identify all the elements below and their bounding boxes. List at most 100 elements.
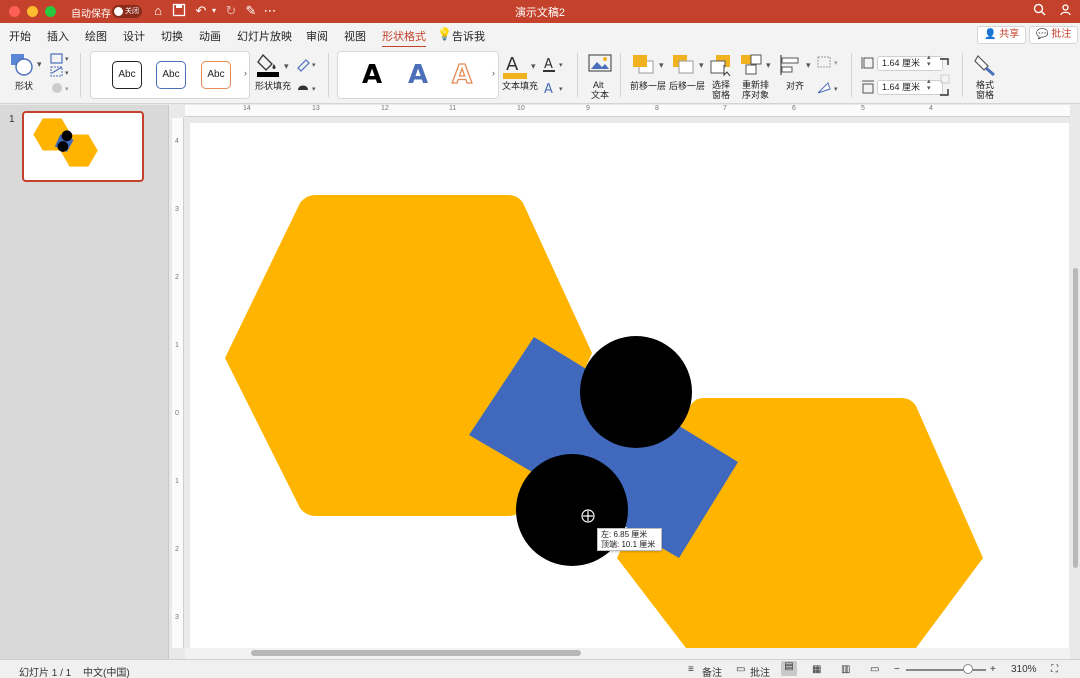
svg-text:▾: ▾ bbox=[65, 86, 69, 93]
ruler-number: 5 bbox=[861, 105, 865, 112]
selection-pane-icon[interactable] bbox=[710, 53, 734, 80]
paint-bucket-icon[interactable] bbox=[257, 52, 281, 81]
gallery-more-icon[interactable]: › bbox=[492, 68, 495, 78]
shape-style-3[interactable]: Abc bbox=[201, 61, 231, 89]
tab-home[interactable]: 开始 bbox=[9, 28, 31, 44]
height-stepper[interactable]: ▴ ▾ bbox=[927, 54, 931, 68]
share-button[interactable]: 👤 共享 bbox=[977, 26, 1027, 44]
notes-button[interactable]: 备注 bbox=[702, 664, 722, 678]
reading-view-icon[interactable]: ▥ bbox=[841, 664, 850, 675]
height-input[interactable]: 1.64 厘米 bbox=[877, 56, 943, 71]
tab-review[interactable]: 审阅 bbox=[306, 28, 328, 44]
comments-icon: ▭ bbox=[736, 664, 746, 675]
tooltip-top-value: 顶端: 10.1 厘米 bbox=[601, 540, 656, 549]
group-rotate-icons[interactable]: ▾ ▾ bbox=[816, 55, 844, 100]
chevron-down-icon[interactable]: ▾ bbox=[531, 61, 536, 72]
ruler-number: 8 bbox=[655, 105, 659, 112]
svg-text:▾: ▾ bbox=[312, 62, 316, 69]
tab-shape-format[interactable]: 形状格式 bbox=[382, 28, 426, 48]
title-bar: 自动保存 关闭 ⌂ ↶ ▾ ↻ ✎ ⋯ 演示文稿2 bbox=[0, 0, 1080, 23]
shape-outline-icon[interactable]: ▾ ▾ bbox=[296, 56, 322, 99]
tell-me-search[interactable]: 告诉我 bbox=[452, 28, 485, 44]
format-pane-icon[interactable] bbox=[974, 53, 998, 80]
text-outline-icon[interactable]: A ▾ A ▾ bbox=[542, 55, 568, 100]
account-icon[interactable] bbox=[1057, 3, 1073, 19]
tab-view[interactable]: 视图 bbox=[344, 28, 366, 44]
bring-forward-label: 前移一层 bbox=[630, 81, 667, 91]
zoom-in-icon[interactable]: + bbox=[990, 664, 996, 675]
scrollbar-thumb[interactable] bbox=[1073, 268, 1078, 568]
tab-insert[interactable]: 插入 bbox=[47, 28, 69, 44]
svg-text:A: A bbox=[544, 57, 553, 72]
comments-button[interactable]: 批注 bbox=[750, 664, 770, 678]
shape-style-1[interactable]: Abc bbox=[112, 61, 142, 89]
zoom-slider[interactable] bbox=[906, 669, 986, 671]
wordart-style-3[interactable]: A bbox=[451, 59, 472, 90]
tab-slideshow[interactable]: 幻灯片放映 bbox=[237, 28, 292, 44]
search-icon[interactable] bbox=[1031, 3, 1047, 19]
edit-shape-icon[interactable]: ▾ ▾ ▾ bbox=[49, 52, 71, 99]
svg-text:▾: ▾ bbox=[65, 56, 69, 63]
chevron-down-icon[interactable]: ▾ bbox=[766, 60, 771, 71]
shape-styles-gallery[interactable]: Abc Abc Abc › bbox=[90, 51, 250, 99]
language-indicator[interactable]: 中文(中国) bbox=[83, 664, 130, 678]
wordart-style-1[interactable]: A bbox=[362, 60, 382, 90]
zoom-out-icon[interactable]: − bbox=[894, 664, 900, 675]
slide-sorter-icon[interactable]: ▦ bbox=[812, 664, 821, 675]
scrollbar-thumb[interactable] bbox=[251, 650, 581, 656]
horizontal-scrollbar[interactable] bbox=[185, 648, 1070, 659]
normal-view-icon[interactable]: ▤ bbox=[781, 661, 797, 676]
align-icon[interactable] bbox=[779, 53, 805, 80]
chevron-down-icon[interactable]: ▾ bbox=[806, 60, 811, 71]
shapes-icon[interactable] bbox=[10, 53, 36, 80]
wordart-styles-gallery[interactable]: A A A › bbox=[337, 51, 499, 99]
text-fill-label: 文本填充 bbox=[502, 81, 539, 91]
ribbon-separator bbox=[577, 53, 578, 97]
text-fill-icon[interactable]: A bbox=[503, 53, 529, 84]
bring-forward-icon[interactable] bbox=[631, 53, 657, 80]
slide-thumbnail[interactable] bbox=[22, 111, 144, 182]
gallery-more-icon[interactable]: › bbox=[244, 68, 247, 78]
chevron-down-icon[interactable]: ▾ bbox=[699, 60, 704, 71]
slide-shapes bbox=[225, 195, 983, 648]
crop-corner-icon[interactable] bbox=[938, 57, 952, 100]
zoom-slider-knob[interactable] bbox=[963, 664, 973, 674]
width-input[interactable]: 1.64 厘米 bbox=[877, 80, 943, 95]
ribbon-separator bbox=[328, 53, 329, 97]
editing-canvas bbox=[185, 118, 1069, 648]
circle-shape[interactable] bbox=[580, 336, 692, 448]
send-backward-icon[interactable] bbox=[671, 53, 697, 80]
wordart-style-2[interactable]: A bbox=[408, 60, 428, 90]
share-icon: 👤 bbox=[984, 29, 1000, 40]
ruler-number: 3 bbox=[175, 206, 179, 213]
ruler-number: 10 bbox=[517, 105, 525, 112]
document-title: 演示文稿2 bbox=[514, 7, 566, 19]
fit-to-window-icon[interactable]: ⛶ bbox=[1051, 664, 1058, 675]
ruler-number: 11 bbox=[449, 105, 457, 112]
chevron-down-icon[interactable]: ▾ bbox=[37, 59, 42, 70]
tab-animations[interactable]: 动画 bbox=[199, 28, 221, 44]
vertical-scrollbar[interactable] bbox=[1071, 118, 1080, 648]
tab-transitions[interactable]: 切换 bbox=[161, 28, 183, 44]
slideshow-icon[interactable]: ▭ bbox=[870, 664, 879, 675]
reorder-objects-icon[interactable] bbox=[740, 53, 766, 80]
slide-canvas[interactable] bbox=[190, 123, 1069, 648]
chevron-down-icon[interactable]: ▾ bbox=[659, 60, 664, 71]
ribbon-separator bbox=[851, 53, 852, 97]
tab-draw[interactable]: 绘图 bbox=[85, 28, 107, 44]
svg-text:▾: ▾ bbox=[312, 86, 316, 93]
ribbon-tabs: 开始 插入 绘图 设计 切换 动画 幻灯片放映 审阅 视图 形状格式 💡 告诉我… bbox=[0, 23, 1080, 48]
shape-style-2[interactable]: Abc bbox=[156, 61, 186, 89]
width-stepper[interactable]: ▴ ▾ bbox=[927, 78, 931, 92]
chevron-down-icon[interactable]: ▾ bbox=[284, 61, 289, 72]
position-tooltip: 左: 6.85 厘米 顶端: 10.1 厘米 bbox=[597, 528, 662, 551]
lightbulb-icon: 💡 bbox=[437, 27, 452, 41]
slide-number: 1 bbox=[9, 114, 15, 125]
comment-button[interactable]: 💬 批注 bbox=[1029, 26, 1079, 44]
zoom-level[interactable]: 310% bbox=[1011, 664, 1037, 675]
ribbon-separator bbox=[80, 53, 81, 97]
tab-design[interactable]: 设计 bbox=[123, 28, 145, 44]
notes-icon: ≡ bbox=[688, 664, 694, 675]
slides-pane: 1 bbox=[0, 105, 169, 659]
alt-text-icon[interactable] bbox=[588, 54, 612, 79]
